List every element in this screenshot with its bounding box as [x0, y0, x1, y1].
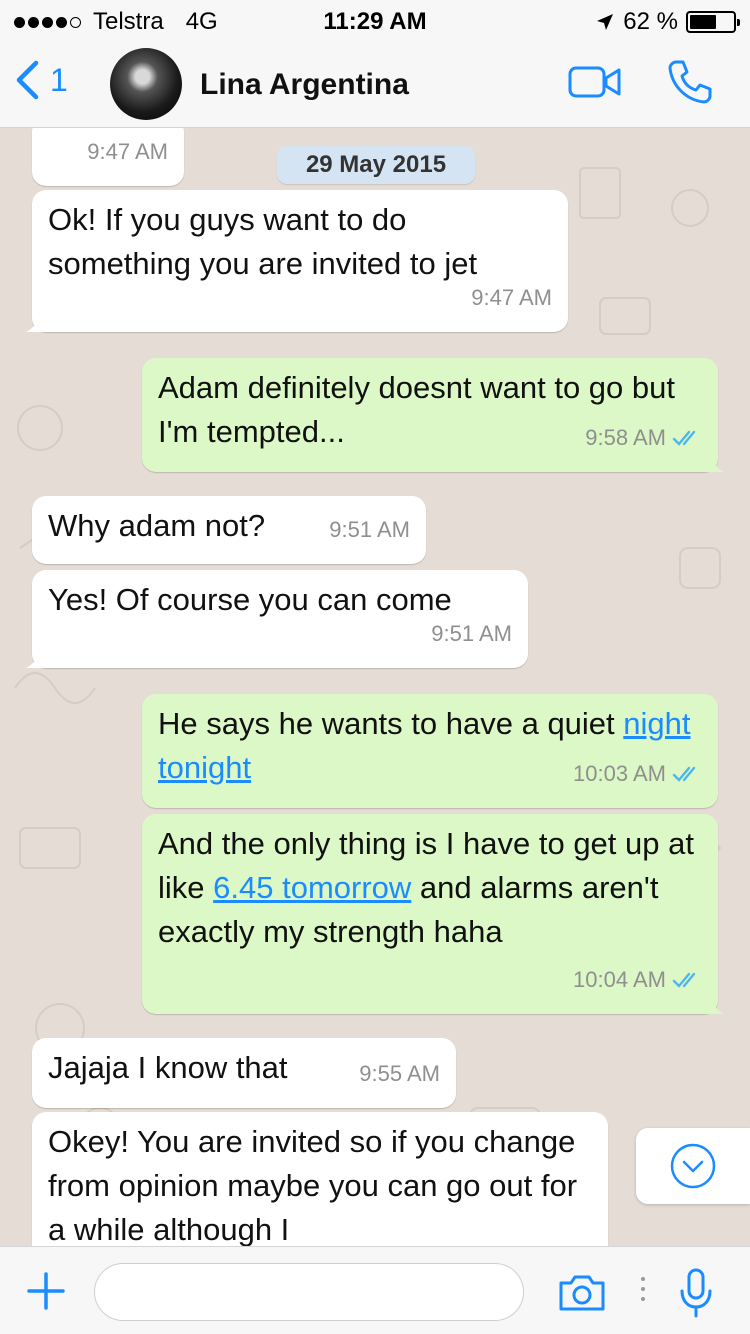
message-bubble-outgoing[interactable]: Adam definitely doesnt want to go but I'…: [142, 358, 724, 472]
camera-button[interactable]: [557, 1273, 607, 1318]
status-bar: Telstra 4G 11:29 AM 62 %: [0, 0, 750, 40]
message-bubble-outgoing[interactable]: He says he wants to have a quiet night t…: [142, 694, 718, 808]
chat-header: 1 Lina Argentina: [0, 40, 750, 128]
message-input-bar: [0, 1246, 750, 1334]
status-right: 62 %: [595, 8, 740, 36]
message-link[interactable]: 6.45 tomorrow: [213, 870, 411, 905]
bubble-tail: [26, 648, 46, 668]
message-bubble-incoming[interactable]: Why adam not? 9:51 AM: [32, 496, 426, 564]
message-time: 9:47 AM: [87, 139, 168, 164]
message-meta: 10:03 AM: [573, 752, 702, 796]
video-camera-icon: [568, 66, 621, 98]
contact-name[interactable]: Lina Argentina: [200, 68, 409, 102]
back-count: 1: [50, 61, 68, 98]
plus-icon: [27, 1272, 65, 1310]
message-time: 9:58 AM: [585, 425, 666, 450]
chevron-left-icon: [16, 60, 39, 100]
message-bubble-incoming[interactable]: Jajaja I know that 9:55 AM: [32, 1038, 456, 1108]
message-time: 9:47 AM: [471, 285, 552, 310]
voice-call-button[interactable]: [666, 58, 714, 111]
message-bubble-incoming[interactable]: Ok! If you guys want to do something you…: [26, 190, 568, 332]
message-time: 9:51 AM: [431, 621, 512, 646]
chat-area[interactable]: 9:47 AM 29 May 2015 Ok! If you guys want…: [0, 128, 750, 1246]
chevron-down-circle-icon: [670, 1143, 716, 1189]
battery-percent: 62 %: [623, 8, 678, 35]
date-separator: 29 May 2015: [277, 146, 475, 184]
separator-dots: [640, 1277, 646, 1301]
message-time: 10:03 AM: [573, 761, 666, 786]
phone-icon: [668, 60, 712, 104]
message-input[interactable]: [94, 1263, 524, 1321]
message-text: And the only thing is I have to get up a…: [158, 826, 694, 949]
message-time: 10:04 AM: [573, 967, 666, 992]
message-text: Okey! You are invited so if you change f…: [48, 1124, 578, 1246]
back-button[interactable]: 1: [14, 60, 68, 100]
battery-level: [690, 15, 717, 29]
bubble-tail: [704, 994, 724, 1014]
bubble-tail: [26, 312, 46, 332]
message-meta: 9:58 AM: [585, 416, 702, 460]
message-text: Ok! If you guys want to do something you…: [48, 202, 478, 281]
attach-button[interactable]: [26, 1271, 66, 1316]
battery-icon: [686, 11, 740, 33]
avatar[interactable]: [110, 48, 182, 120]
location-arrow-icon: [597, 14, 614, 30]
video-call-button[interactable]: [568, 64, 622, 105]
scroll-to-bottom-button[interactable]: [636, 1128, 750, 1204]
voice-record-button[interactable]: [678, 1267, 714, 1324]
message-bubble-incoming[interactable]: Okey! You are invited so if you change f…: [32, 1112, 608, 1246]
bubble-tail: [704, 452, 724, 472]
message-bubble-partial[interactable]: 9:47 AM: [32, 128, 184, 186]
camera-icon: [559, 1275, 605, 1311]
message-time: 9:51 AM: [329, 517, 410, 542]
double-check-icon: [672, 430, 696, 446]
message-bubble-outgoing[interactable]: And the only thing is I have to get up a…: [142, 814, 724, 1014]
double-check-icon: [672, 972, 696, 988]
microphone-icon: [680, 1268, 712, 1318]
message-time: 9:55 AM: [359, 1061, 440, 1086]
double-check-icon: [672, 766, 696, 782]
message-meta: 10:04 AM: [573, 958, 702, 1002]
message-bubble-incoming[interactable]: Yes! Of course you can come 9:51 AM: [26, 570, 528, 668]
